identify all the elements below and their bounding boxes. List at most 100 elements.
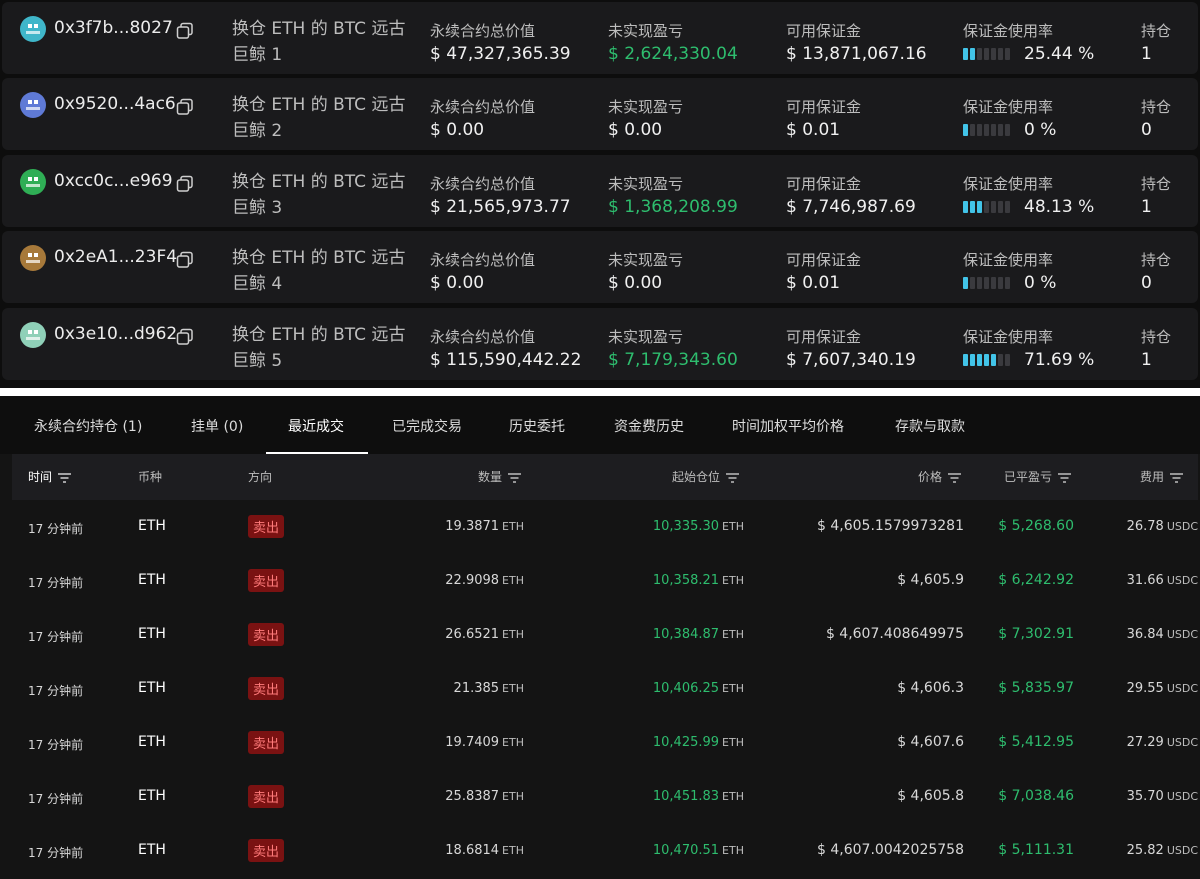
- gauge-segment: [984, 277, 989, 289]
- perp-value: $ 47,327,365.39: [430, 44, 571, 64]
- gauge-segment: [970, 354, 975, 366]
- trade-coin[interactable]: ETH: [138, 842, 166, 858]
- direction-badge: 卖出: [248, 731, 285, 754]
- table-row[interactable]: 17 分钟前 ETH 卖出 18.6814 ETH 10,470.51 ETH $ 4,607…: [12, 824, 1198, 878]
- trade-time: 17 分钟前: [28, 738, 84, 752]
- copy-icon[interactable]: [176, 22, 194, 40]
- wallet-row[interactable]: 0x9520...4ac6 换仓 ETH 的 BTC 远古 巨鲸 2 永续合约总价值 $…: [2, 78, 1198, 150]
- direction-badge: 卖出: [248, 677, 285, 700]
- copy-icon[interactable]: [176, 328, 194, 346]
- wallet-address[interactable]: 0x3e10...d962: [54, 324, 177, 344]
- header-fee[interactable]: 费用: [1140, 468, 1184, 485]
- trade-start-position: 10,335.30 ETH: [652, 519, 744, 534]
- gauge-segment: [977, 277, 982, 289]
- tab-order-history[interactable]: 历史委托: [509, 416, 565, 436]
- available-margin-col: 可用保证金 $ 13,871,067.16: [786, 22, 927, 64]
- table-row[interactable]: 17 分钟前 ETH 卖出 26.6521 ETH 10,384.87 ETH $ 4,607…: [12, 608, 1198, 662]
- trade-table-header: 时间 币种 方向 数量 起始仓位 价格 已平盈亏 费用: [12, 454, 1198, 500]
- trade-fee: 27.29 USDC: [1126, 735, 1198, 750]
- table-row[interactable]: 17 分钟前 ETH 卖出 21.385 ETH 10,406.25 ETH $ 4,606.…: [12, 662, 1198, 716]
- available-margin-col: 可用保证金 $ 7,607,340.19: [786, 328, 916, 370]
- filter-icon[interactable]: [726, 472, 740, 483]
- direction-badge: 卖出: [248, 569, 285, 592]
- copy-icon[interactable]: [176, 251, 194, 269]
- table-row[interactable]: 17 分钟前 ETH 卖出 22.9098 ETH 10,358.21 ETH $ 4,605…: [12, 554, 1198, 608]
- gauge-segment: [977, 124, 982, 136]
- gauge-segment: [963, 354, 968, 366]
- gauge-segment: [977, 48, 982, 60]
- header-coin: 币种: [138, 470, 163, 484]
- trade-panel: 永续合约持仓 (1) 挂单 (0) 最近成交 已完成交易 历史委托 资金费历史 …: [0, 396, 1200, 879]
- margin-usage-col: 保证金使用率 48.13 %: [963, 175, 1095, 219]
- filter-icon[interactable]: [1170, 472, 1184, 483]
- positions-count: 1: [1141, 350, 1152, 370]
- trade-start-position: 10,470.51 ETH: [652, 843, 744, 858]
- gauge-segment: [984, 48, 989, 60]
- gauge-segment: [970, 124, 975, 136]
- filter-icon[interactable]: [508, 472, 522, 483]
- tab-perp-positions[interactable]: 永续合约持仓 (1): [34, 416, 142, 436]
- tab-completed-trades[interactable]: 已完成交易: [392, 416, 462, 436]
- tab-deposits-withdrawals[interactable]: 存款与取款: [895, 416, 965, 436]
- header-size[interactable]: 数量: [478, 468, 522, 485]
- gauge-segment: [977, 354, 982, 366]
- positions-count: 1: [1141, 197, 1152, 217]
- table-row[interactable]: 17 分钟前 ETH 卖出 19.7409 ETH 10,425.99 ETH $ 4,607…: [12, 716, 1198, 770]
- margin-usage-gauge: [963, 195, 1012, 219]
- available-margin: $ 0.01: [786, 120, 841, 140]
- header-price[interactable]: 价格: [918, 468, 962, 485]
- trade-time: 17 分钟前: [28, 522, 84, 536]
- filter-icon[interactable]: [948, 472, 962, 483]
- positions-count: 1: [1141, 44, 1152, 64]
- avatar: [20, 92, 46, 118]
- wallet-address[interactable]: 0x9520...4ac6: [54, 94, 176, 114]
- perp-value-col: 永续合约总价值 $ 47,327,365.39: [430, 22, 571, 64]
- wallet-address[interactable]: 0x2eA1...23F4: [54, 247, 177, 267]
- gauge-segment: [998, 354, 1003, 366]
- header-closed-pnl[interactable]: 已平盈亏: [1004, 468, 1072, 485]
- wallet-address[interactable]: 0x3f7b...8027: [54, 18, 173, 38]
- trade-price: $ 4,606.3: [897, 680, 964, 696]
- trade-coin[interactable]: ETH: [138, 734, 166, 750]
- trade-coin[interactable]: ETH: [138, 518, 166, 534]
- wallet-row[interactable]: 0x3f7b...8027 换仓 ETH 的 BTC 远古 巨鲸 1 永续合约总价值 $…: [2, 2, 1198, 74]
- avatar: [20, 245, 46, 271]
- table-row[interactable]: 17 分钟前 ETH 卖出 25.8387 ETH 10,451.83 ETH $ 4,605…: [12, 770, 1198, 824]
- trade-fee: 26.78 USDC: [1126, 519, 1198, 534]
- trade-closed-pnl: $ 7,038.46: [998, 788, 1074, 804]
- tab-twap[interactable]: 时间加权平均价格: [732, 416, 844, 436]
- copy-icon[interactable]: [176, 98, 194, 116]
- tab-open-orders[interactable]: 挂单 (0): [191, 416, 243, 436]
- positions-col: 持仓 1: [1141, 175, 1172, 217]
- trade-coin[interactable]: ETH: [138, 572, 166, 588]
- margin-usage-gauge: [963, 271, 1012, 295]
- trade-price: $ 4,605.9: [897, 572, 964, 588]
- table-row[interactable]: 17 分钟前 ETH 卖出 19.3871 ETH 10,335.30 ETH $ 4,605…: [12, 500, 1198, 554]
- copy-icon[interactable]: [176, 175, 194, 193]
- unrealized-pnl-col: 未实现盈亏 $ 7,179,343.60: [608, 328, 738, 370]
- wallet-address[interactable]: 0xcc0c...e969: [54, 171, 173, 191]
- header-time[interactable]: 时间: [28, 468, 72, 485]
- margin-usage-value: 71.69 %: [1024, 350, 1095, 370]
- tab-recent-fills[interactable]: 最近成交: [288, 416, 344, 436]
- gauge-segment: [998, 124, 1003, 136]
- trade-size: 19.3871 ETH: [445, 519, 524, 534]
- trade-coin[interactable]: ETH: [138, 788, 166, 804]
- trade-coin[interactable]: ETH: [138, 680, 166, 696]
- direction-badge: 卖出: [248, 785, 285, 808]
- filter-icon[interactable]: [58, 472, 72, 483]
- trade-closed-pnl: $ 7,302.91: [998, 626, 1074, 642]
- filter-icon[interactable]: [1058, 472, 1072, 483]
- wallet-row[interactable]: 0x3e10...d962 换仓 ETH 的 BTC 远古 巨鲸 5 永续合约总价值 $…: [2, 308, 1198, 380]
- trade-price: $ 4,605.1579973281: [817, 518, 964, 534]
- direction-badge: 卖出: [248, 839, 285, 862]
- tab-funding-history[interactable]: 资金费历史: [614, 416, 684, 436]
- gauge-segment: [1005, 277, 1010, 289]
- avatar: [20, 322, 46, 348]
- margin-usage-col: 保证金使用率 71.69 %: [963, 328, 1095, 370]
- trade-coin[interactable]: ETH: [138, 626, 166, 642]
- wallet-row[interactable]: 0x2eA1...23F4 换仓 ETH 的 BTC 远古 巨鲸 4 永续合约总价值 $…: [2, 231, 1198, 303]
- gauge-segment: [1005, 354, 1010, 366]
- header-start-position[interactable]: 起始仓位: [672, 468, 740, 485]
- wallet-row[interactable]: 0xcc0c...e969 换仓 ETH 的 BTC 远古 巨鲸 3 永续合约总价值 $…: [2, 155, 1198, 227]
